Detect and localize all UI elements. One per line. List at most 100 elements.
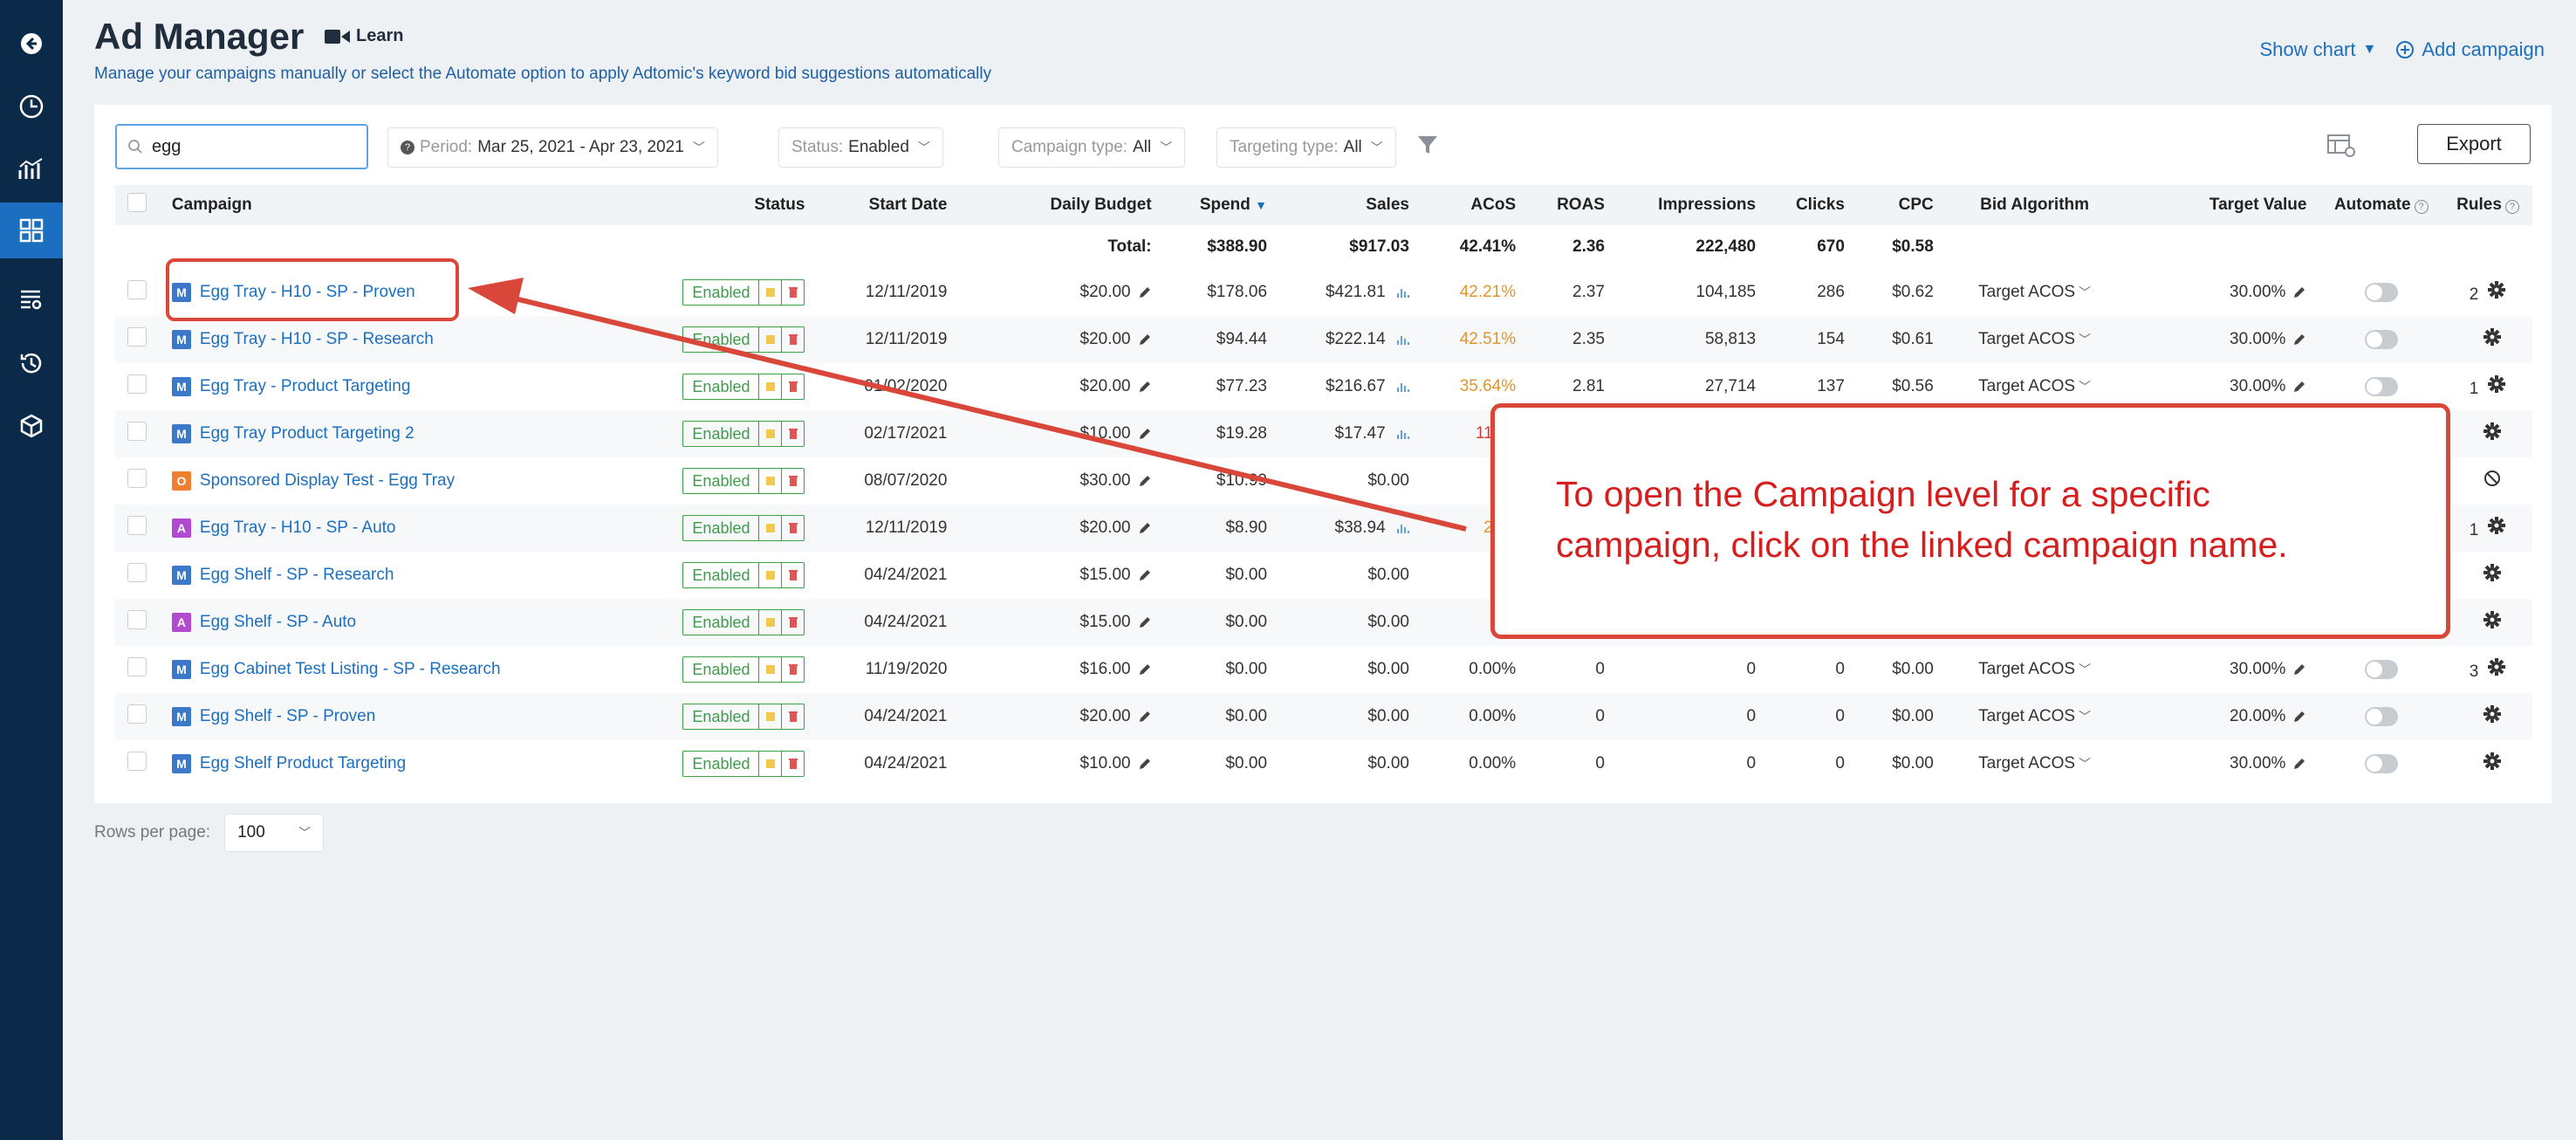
pencil-icon[interactable] <box>1138 710 1152 724</box>
campaign-link[interactable]: M Egg Tray Product Targeting 2 <box>171 424 414 443</box>
gear-icon[interactable] <box>2483 752 2502 771</box>
list-settings-icon[interactable] <box>0 271 63 326</box>
pencil-icon[interactable] <box>2292 757 2306 771</box>
add-campaign-button[interactable]: Add campaign <box>2395 38 2545 61</box>
gear-icon[interactable] <box>2487 516 2506 535</box>
row-checkbox[interactable] <box>127 563 147 582</box>
pause-icon[interactable] <box>758 469 781 493</box>
row-checkbox[interactable] <box>127 657 147 676</box>
pencil-icon[interactable] <box>1138 521 1152 535</box>
gear-icon[interactable] <box>2483 327 2502 347</box>
campaign-link[interactable]: A Egg Shelf - SP - Auto <box>171 613 356 632</box>
period-dropdown[interactable]: ? Period: Mar 25, 2021 - Apr 23, 2021 ﹀ <box>387 127 718 168</box>
col-status[interactable]: Status <box>621 185 818 225</box>
automate-toggle[interactable] <box>2364 659 2398 679</box>
columns-settings-icon[interactable] <box>2326 133 2356 163</box>
targeting-type-dropdown[interactable]: Targeting type: All ﹀ <box>1216 127 1396 168</box>
pause-icon[interactable] <box>758 563 781 587</box>
history-icon[interactable] <box>0 335 63 391</box>
col-roas[interactable]: ROAS <box>1528 185 1617 225</box>
pause-icon[interactable] <box>758 657 781 682</box>
trash-icon[interactable] <box>781 516 804 540</box>
pause-icon[interactable] <box>758 422 781 446</box>
trash-icon[interactable] <box>781 563 804 587</box>
automate-toggle[interactable] <box>2364 282 2398 302</box>
gear-icon[interactable] <box>2483 610 2502 629</box>
trash-icon[interactable] <box>781 327 804 352</box>
analytics-icon[interactable] <box>0 141 63 197</box>
bid-algorithm-select[interactable]: Target ACOS ﹀ <box>1945 693 2124 740</box>
dashboard-icon[interactable] <box>0 203 63 258</box>
row-checkbox[interactable] <box>127 327 147 347</box>
trash-icon[interactable] <box>781 374 804 399</box>
col-automate[interactable]: Automate? <box>2319 185 2444 225</box>
col-bid-algorithm[interactable]: Bid Algorithm <box>1945 185 2124 225</box>
col-target-value[interactable]: Target Value <box>2123 185 2319 225</box>
rows-per-page-select[interactable]: 100 ﹀ <box>224 814 325 852</box>
row-checkbox[interactable] <box>127 610 147 629</box>
col-clicks[interactable]: Clicks <box>1768 185 1857 225</box>
campaign-link[interactable]: M Egg Tray - Product Targeting <box>171 377 410 396</box>
row-checkbox[interactable] <box>127 280 147 299</box>
automate-toggle[interactable] <box>2364 753 2398 773</box>
automate-toggle[interactable] <box>2364 706 2398 726</box>
bid-algorithm-select[interactable]: Target ACOS ﹀ <box>1946 269 2124 316</box>
trash-icon[interactable] <box>781 280 804 305</box>
pause-icon[interactable] <box>758 516 781 540</box>
pencil-icon[interactable] <box>1138 568 1152 582</box>
campaign-link[interactable]: M Egg Cabinet Test Listing - SP - Researc… <box>171 660 501 679</box>
pencil-icon[interactable] <box>1138 333 1152 347</box>
campaign-type-dropdown[interactable]: Campaign type: All ﹀ <box>998 127 1186 168</box>
bar-chart-icon[interactable] <box>1395 333 1409 347</box>
trash-icon[interactable] <box>781 469 804 493</box>
col-cpc[interactable]: CPC <box>1856 185 1946 225</box>
search-input[interactable] <box>152 136 353 157</box>
gear-icon[interactable] <box>2487 280 2506 299</box>
pause-icon[interactable] <box>758 327 781 352</box>
row-checkbox[interactable] <box>127 704 147 724</box>
row-checkbox[interactable] <box>127 752 147 771</box>
col-acos[interactable]: ACoS <box>1421 185 1529 225</box>
trash-icon[interactable] <box>781 422 804 446</box>
row-checkbox[interactable] <box>127 422 147 441</box>
bid-algorithm-select[interactable]: Target ACOS ﹀ <box>1946 646 2124 693</box>
col-rules[interactable]: Rules? <box>2443 185 2532 225</box>
bar-chart-icon[interactable] <box>1395 521 1409 535</box>
col-start-date[interactable]: Start Date <box>817 185 960 225</box>
gear-icon[interactable] <box>2487 657 2506 676</box>
col-campaign[interactable]: Campaign <box>159 185 622 225</box>
pencil-icon[interactable] <box>2292 663 2306 676</box>
gear-icon[interactable] <box>2483 704 2502 724</box>
campaign-link[interactable]: M Egg Tray - H10 - SP - Research <box>171 330 434 349</box>
pencil-icon[interactable] <box>2292 710 2306 724</box>
show-chart-button[interactable]: Show chart ▼ <box>2259 38 2376 61</box>
bar-chart-icon[interactable] <box>1395 427 1409 441</box>
pause-icon[interactable] <box>758 280 781 305</box>
export-button[interactable]: Export <box>2417 124 2531 164</box>
row-checkbox[interactable] <box>127 374 147 394</box>
col-sales[interactable]: Sales <box>1279 185 1422 225</box>
col-impressions[interactable]: Impressions <box>1616 185 1769 225</box>
col-spend[interactable]: Spend ▼ <box>1163 185 1280 225</box>
pause-icon[interactable] <box>758 752 781 776</box>
back-icon[interactable] <box>0 16 63 72</box>
pencil-icon[interactable] <box>1138 757 1152 771</box>
pause-icon[interactable] <box>758 704 781 729</box>
filter-icon[interactable] <box>1415 133 1440 161</box>
pencil-icon[interactable] <box>1138 427 1152 441</box>
bid-algorithm-select[interactable]: Target ACOS ﹀ <box>1945 316 2124 363</box>
bar-chart-icon[interactable] <box>1395 380 1409 394</box>
status-dropdown[interactable]: Status: Enabled ﹀ <box>778 127 943 168</box>
gear-icon[interactable] <box>2483 563 2502 582</box>
pencil-icon[interactable] <box>1138 474 1152 488</box>
gear-icon[interactable] <box>2487 374 2506 394</box>
select-all-checkbox[interactable] <box>127 193 147 212</box>
clock-icon[interactable] <box>0 79 63 134</box>
pencil-icon[interactable] <box>1138 380 1152 394</box>
box-icon[interactable] <box>0 398 63 454</box>
pause-icon[interactable] <box>758 374 781 399</box>
learn-link[interactable]: Learn <box>325 26 403 46</box>
bar-chart-icon[interactable] <box>1395 285 1409 299</box>
gear-icon[interactable] <box>2483 422 2502 441</box>
pencil-icon[interactable] <box>1138 615 1152 629</box>
